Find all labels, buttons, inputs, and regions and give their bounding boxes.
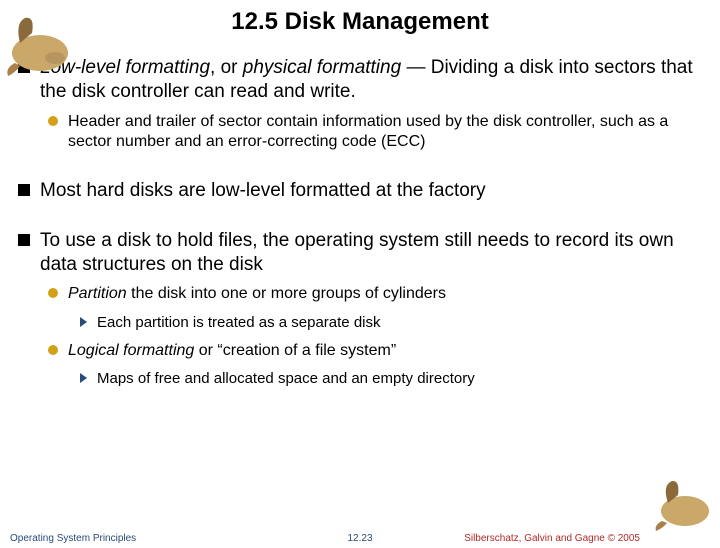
bullet-text: Low-level formatting, or physical format… bbox=[40, 56, 702, 104]
bullet-text: Logical formatting or “creation of a fil… bbox=[68, 341, 396, 362]
triangle-bullet-icon bbox=[80, 317, 87, 327]
bullet-level2: Logical formatting or “creation of a fil… bbox=[48, 341, 702, 362]
circle-bullet-icon bbox=[48, 345, 58, 355]
dinosaur-image-top bbox=[0, 8, 80, 78]
square-bullet-icon bbox=[18, 234, 30, 246]
bullet-level2: Partition the disk into one or more grou… bbox=[48, 284, 702, 305]
circle-bullet-icon bbox=[48, 116, 58, 126]
bullet-level1: To use a disk to hold files, the operati… bbox=[18, 229, 702, 277]
square-bullet-icon bbox=[18, 184, 30, 196]
slide-footer: Operating System Principles 12.23 Silber… bbox=[0, 533, 720, 544]
slide-title: 12.5 Disk Management bbox=[0, 8, 720, 36]
dinosaur-image-bottom bbox=[650, 473, 720, 533]
triangle-bullet-icon bbox=[80, 373, 87, 383]
bullet-text: Maps of free and allocated space and an … bbox=[97, 369, 475, 389]
bullet-text: To use a disk to hold files, the operati… bbox=[40, 229, 702, 277]
bullet-text: Header and trailer of sector contain inf… bbox=[68, 112, 702, 154]
bullet-level2: Header and trailer of sector contain inf… bbox=[48, 112, 702, 154]
slide-content: Low-level formatting, or physical format… bbox=[0, 56, 720, 389]
bullet-level1: Most hard disks are low-level formatted … bbox=[18, 179, 702, 203]
bullet-level3: Each partition is treated as a separate … bbox=[80, 313, 702, 333]
footer-page-number: 12.23 bbox=[347, 533, 372, 544]
circle-bullet-icon bbox=[48, 288, 58, 298]
bullet-level1: Low-level formatting, or physical format… bbox=[18, 56, 702, 104]
bullet-level3: Maps of free and allocated space and an … bbox=[80, 369, 702, 389]
footer-left-text: Operating System Principles bbox=[10, 533, 136, 544]
bullet-text: Partition the disk into one or more grou… bbox=[68, 284, 446, 305]
bullet-text: Most hard disks are low-level formatted … bbox=[40, 179, 486, 203]
bullet-text: Each partition is treated as a separate … bbox=[97, 313, 381, 333]
footer-copyright: Silberschatz, Galvin and Gagne © 2005 bbox=[464, 533, 640, 544]
